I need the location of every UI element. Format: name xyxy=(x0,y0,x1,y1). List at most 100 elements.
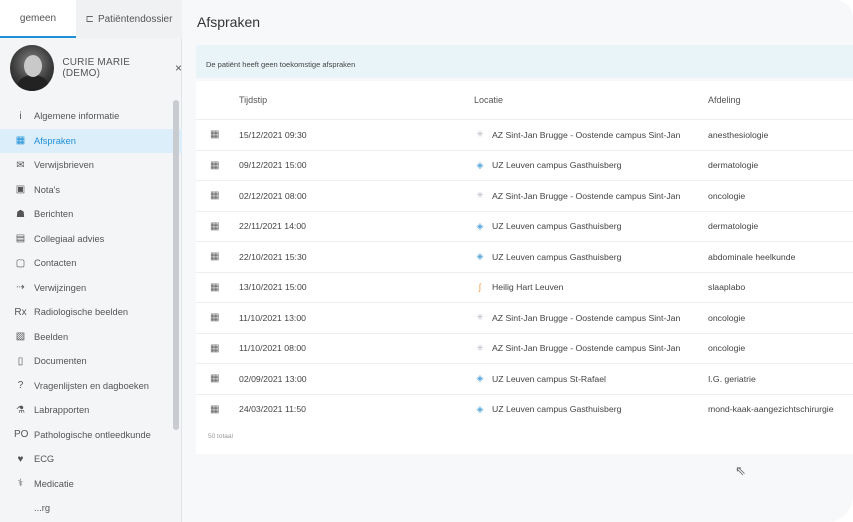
sidebar: gemeen ⊏ Patiëntendossier CURIE MARIE (DE… xyxy=(0,0,182,522)
sidebar-item-14[interactable]: ♥ ECG xyxy=(0,447,182,472)
hospital-logo-icon: ◈ xyxy=(476,251,484,262)
location-label: UZ Leuven campus Gasthuisberg xyxy=(492,251,622,262)
table-row[interactable]: ▦ 24/03/2021 11:50 ◈ UZ Leuven campus Gasth… xyxy=(196,393,853,425)
column-header-afdeling[interactable]: Afdeling xyxy=(708,95,853,105)
sidebar-item-5[interactable]: ▤ Collegiaal advies xyxy=(0,227,182,252)
cell-location: ✳ AZ Sint-Jan Brugge - Oostende campus Si… xyxy=(474,343,708,354)
location-label: UZ Leuven campus Gasthuisberg xyxy=(492,221,622,232)
sidebar-item-3[interactable]: ▣ Nota's xyxy=(0,178,182,203)
patient-header: CURIE MARIE (DEMO) × xyxy=(0,38,182,98)
info-banner: De patiënt heeft geen toekomstige afspra… xyxy=(196,45,853,78)
cell-time: 11/10/2021 08:00 xyxy=(239,343,306,354)
hospital-logo-icon: ✳ xyxy=(476,342,484,353)
sidebar-item-icon: ▯ xyxy=(17,355,24,367)
sidebar-item-15[interactable]: ⚕ Medicatie xyxy=(0,472,182,497)
calendar-icon: ▦ xyxy=(210,403,220,415)
cell-time: 13/10/2021 15:00 xyxy=(239,282,307,293)
table-row[interactable]: ▦ 02/12/2021 08:00 ✳ AZ Sint-Jan Brugge - O… xyxy=(196,180,853,211)
sidebar-item-icon: ♥ xyxy=(17,453,24,465)
hospital-logo-icon: ◈ xyxy=(476,403,484,414)
sidebar-item-icon: ⇢ xyxy=(16,282,25,294)
sidebar-item-label: Medicatie xyxy=(34,478,74,489)
calendar-icon: ▦ xyxy=(210,129,220,141)
sidebar-item-label: ...rg xyxy=(34,503,51,514)
cell-location: ◈ UZ Leuven campus Gasthuisberg xyxy=(474,404,708,415)
sidebar-item-icon: ▦ xyxy=(15,135,26,147)
sidebar-item-icon: ⚗ xyxy=(16,404,25,416)
sidebar-item-icon: ▤ xyxy=(15,233,26,245)
table-row[interactable]: ▦ 22/11/2021 14:00 ◈ UZ Leuven campus Gasth… xyxy=(196,210,853,242)
hospital-logo-icon: ✳ xyxy=(476,129,484,140)
app-window: gemeen ⊏ Patiëntendossier CURIE MARIE (DE… xyxy=(0,0,853,522)
table-row[interactable]: ▦ 13/10/2021 15:00 ∫ Heilig Hart Leuven slaa… xyxy=(196,271,853,303)
sidebar-item-7[interactable]: ⇢ Verwijzingen xyxy=(0,276,182,301)
cell-location: ◈ UZ Leuven campus St-Rafael xyxy=(474,373,708,384)
sidebar-item-icon: Rx xyxy=(14,306,27,318)
cell-time: 11/10/2021 13:00 xyxy=(239,312,306,323)
close-icon[interactable]: × xyxy=(175,61,182,75)
tab-patientendossier[interactable]: ⊏ Patiëntendossier xyxy=(76,0,182,38)
hospital-logo-icon: ✳ xyxy=(476,190,484,201)
sidebar-item-13[interactable]: PO Pathologische ontleedkunde xyxy=(0,423,182,448)
cell-location: ◈ UZ Leuven campus Gasthuisberg xyxy=(474,251,708,262)
cell-time: 02/12/2021 08:00 xyxy=(239,190,307,201)
calendar-icon: ▦ xyxy=(210,281,220,293)
location-label: AZ Sint-Jan Brugge - Oostende campus Sin… xyxy=(492,312,681,323)
cell-time: 24/03/2021 11:50 xyxy=(239,404,306,415)
location-label: AZ Sint-Jan Brugge - Oostende campus Sin… xyxy=(492,129,681,140)
cell-location: ∫ Heilig Hart Leuven xyxy=(474,282,708,292)
location-label: AZ Sint-Jan Brugge - Oostende campus Sin… xyxy=(492,190,681,201)
table-row[interactable]: ▦ 09/12/2021 15:00 ◈ UZ Leuven campus Gasth… xyxy=(196,149,853,181)
sidebar-item-label: Verwijsbrieven xyxy=(34,160,94,171)
page-title: Afspraken xyxy=(197,14,261,30)
sidebar-item-label: Berichten xyxy=(34,209,74,220)
cell-time: 15/12/2021 09:30 xyxy=(239,129,307,140)
sidebar-item-16[interactable]: ...rg xyxy=(0,496,182,521)
table-row[interactable]: ▦ 22/10/2021 15:30 ◈ UZ Leuven campus Gasth… xyxy=(196,241,853,272)
tab-algemeen[interactable]: gemeen xyxy=(0,0,76,38)
sidebar-item-icon: ▣ xyxy=(15,184,26,196)
column-header-tijdstip[interactable]: Tijdstip xyxy=(239,95,474,105)
sidebar-item-6[interactable]: ▢ Contacten xyxy=(0,251,182,276)
location-label: UZ Leuven campus Gasthuisberg xyxy=(492,160,622,171)
calendar-icon: ▦ xyxy=(210,220,220,232)
sidebar-item-label: Labrapporten xyxy=(34,405,90,416)
sidebar-item-10[interactable]: ▯ Documenten xyxy=(0,349,182,374)
location-label: Heilig Hart Leuven xyxy=(492,282,564,293)
table-row[interactable]: ▦ 11/10/2021 13:00 ✳ AZ Sint-Jan Brugge - O… xyxy=(196,302,853,333)
sidebar-item-0[interactable]: i Algemene informatie xyxy=(0,104,182,129)
cell-location: ✳ AZ Sint-Jan Brugge - Oostende campus Si… xyxy=(474,190,708,201)
sidebar-item-8[interactable]: Rx Radiologische beelden xyxy=(0,300,182,325)
cell-department: dermatologie xyxy=(708,221,759,232)
sidebar-item-label: Pathologische ontleedkunde xyxy=(34,429,151,440)
sidebar-menu: i Algemene informatie ▦ Afspraken ✉ Verwijsbr… xyxy=(0,104,182,521)
tab-label: gemeen xyxy=(19,12,57,24)
table-row[interactable]: ▦ 02/09/2021 13:00 ◈ UZ Leuven campus St-Ra… xyxy=(196,363,853,394)
cell-department: anesthesiologie xyxy=(708,129,769,140)
sidebar-item-1[interactable]: ▦ Afspraken xyxy=(0,128,182,153)
sidebar-item-icon: ☗ xyxy=(16,208,25,220)
sidebar-item-label: Verwijzingen xyxy=(34,282,87,293)
column-header-locatie[interactable]: Locatie xyxy=(474,95,708,105)
cell-time: 02/09/2021 13:00 xyxy=(239,373,307,384)
sidebar-item-9[interactable]: ▧ Beelden xyxy=(0,325,182,350)
sidebar-item-12[interactable]: ⚗ Labrapporten xyxy=(0,398,182,423)
sidebar-item-icon: ▢ xyxy=(15,257,26,269)
cell-time: 09/12/2021 15:00 xyxy=(239,160,307,171)
sidebar-item-label: Nota's xyxy=(34,184,61,195)
location-label: AZ Sint-Jan Brugge - Oostende campus Sin… xyxy=(492,343,681,354)
folder-icon: ⊏ xyxy=(85,13,94,25)
location-label: UZ Leuven campus Gasthuisberg xyxy=(492,404,622,415)
table-row[interactable]: ▦ 15/12/2021 09:30 ✳ AZ Sint-Jan Brugge - O… xyxy=(196,119,853,150)
sidebar-item-label: Collegiaal advies xyxy=(34,233,105,244)
sidebar-item-4[interactable]: ☗ Berichten xyxy=(0,202,182,227)
sidebar-scrollbar[interactable] xyxy=(173,100,179,430)
sidebar-item-icon: ▧ xyxy=(15,331,26,343)
table-row[interactable]: ▦ 11/10/2021 08:00 ✳ AZ Sint-Jan Brugge - O… xyxy=(196,332,853,364)
sidebar-item-11[interactable]: ? Vragenlijsten en dagboeken xyxy=(0,374,182,399)
calendar-icon: ▦ xyxy=(210,312,220,324)
sidebar-item-2[interactable]: ✉ Verwijsbrieven xyxy=(0,153,182,178)
cell-department: dermatologie xyxy=(708,160,759,171)
mouse-cursor-icon: ⇖ xyxy=(735,463,746,478)
calendar-icon: ▦ xyxy=(210,373,220,385)
